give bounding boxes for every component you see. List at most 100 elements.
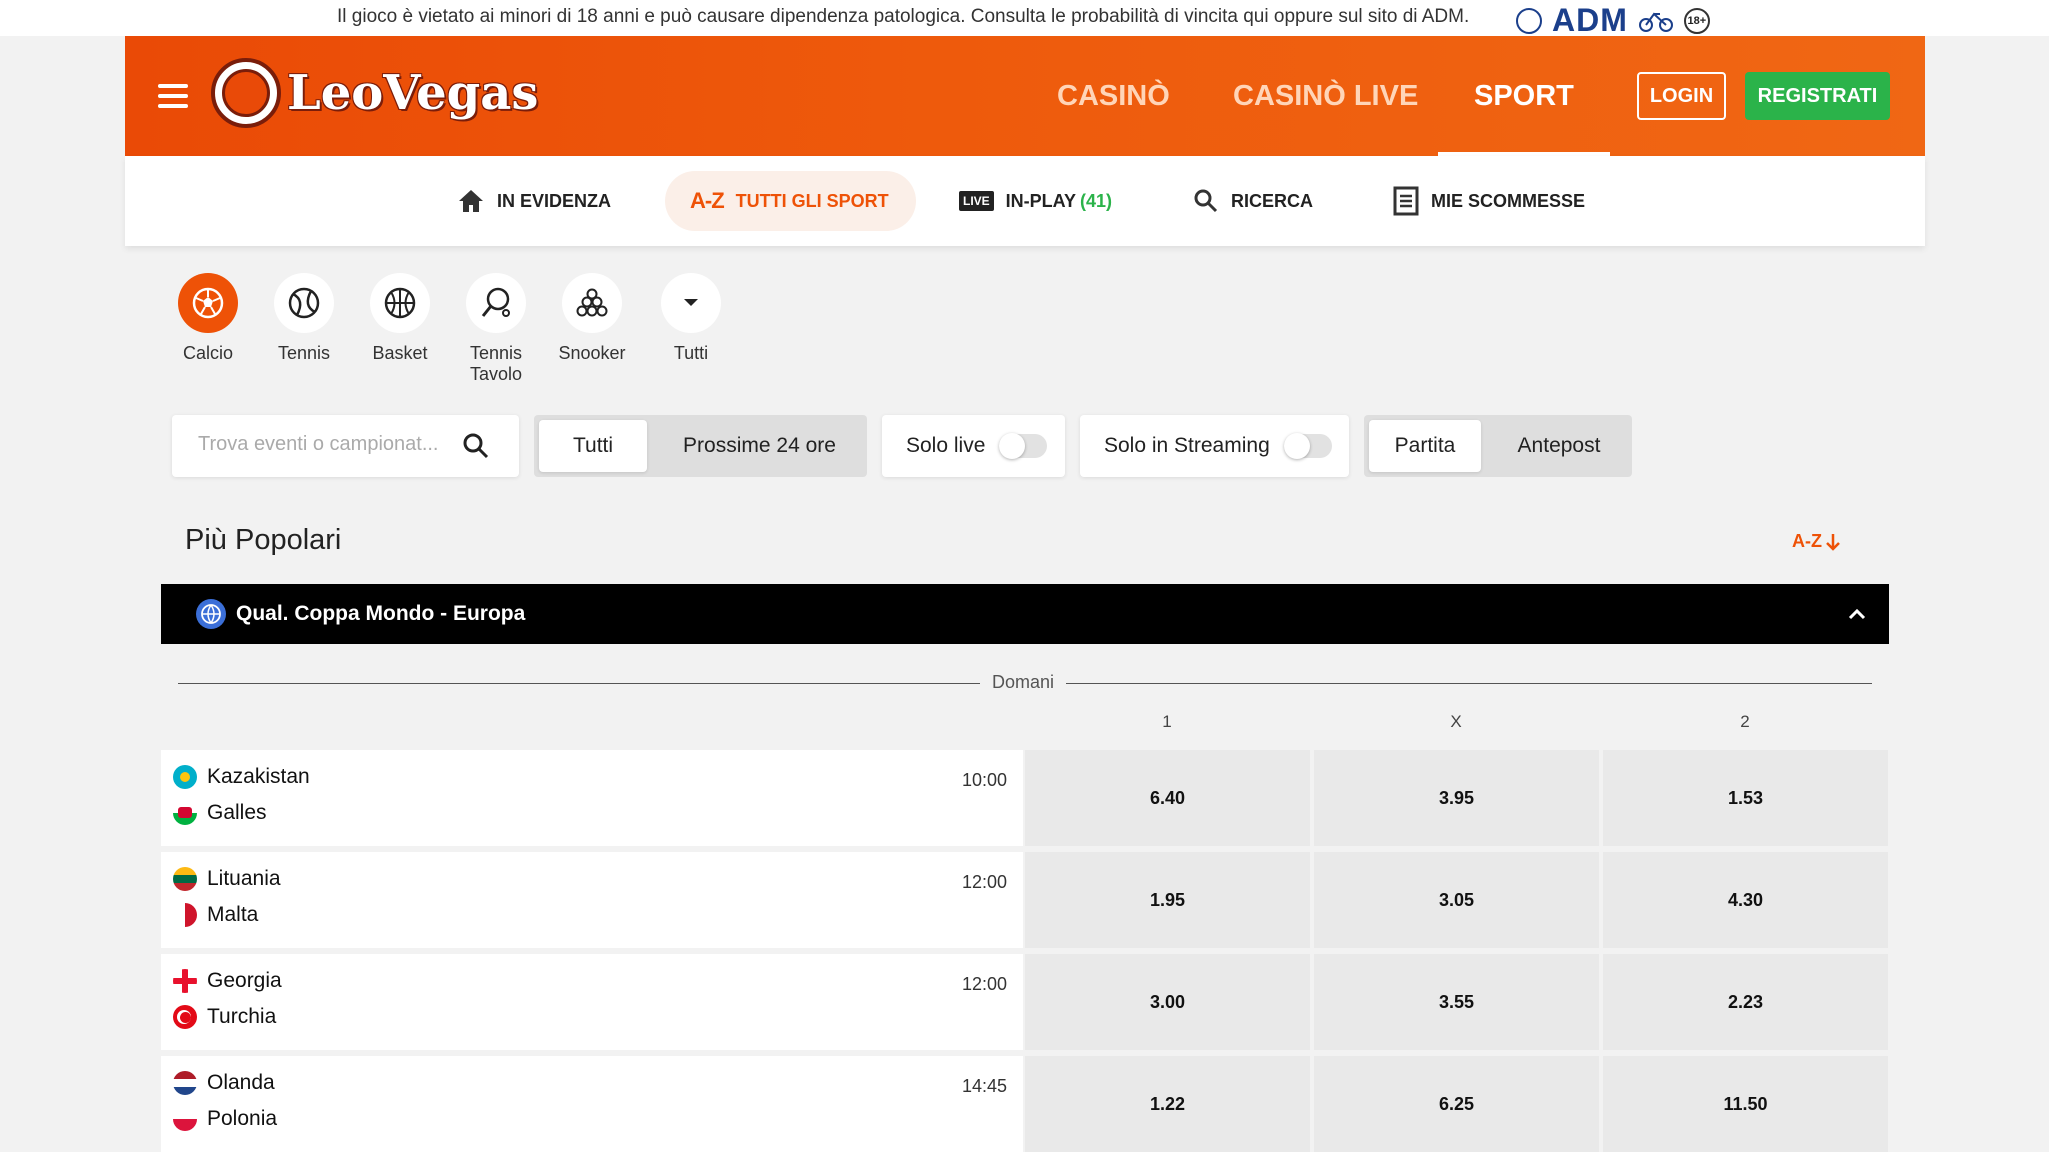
football-icon	[178, 273, 238, 333]
odd-home-button[interactable]: 3.00	[1025, 954, 1310, 1050]
kazakhstan-flag-icon	[173, 765, 197, 789]
sport-label: Snooker	[558, 343, 626, 363]
away-team-name: Turchia	[207, 1005, 277, 1028]
table-tennis-icon	[466, 273, 526, 333]
odd-home-button[interactable]: 6.40	[1025, 750, 1310, 846]
snooker-balls-icon	[562, 273, 622, 333]
a-z-icon: A-Z	[690, 188, 725, 213]
georgia-flag-icon	[173, 969, 197, 993]
globe-icon	[196, 599, 226, 629]
odd-away-button[interactable]: 11.50	[1603, 1056, 1888, 1152]
odds-header-1: 1	[1162, 712, 1172, 731]
match-row[interactable]: Georgia Turchia 12:00 3.00 3.55 2.23	[161, 954, 1889, 1050]
market-option-antepost[interactable]: Antepost	[1491, 420, 1627, 472]
turkey-flag-icon	[173, 1005, 197, 1029]
search-icon	[1194, 189, 1218, 213]
market-option-partita[interactable]: Partita	[1369, 420, 1481, 472]
match-row[interactable]: Lituania Malta 12:00 1.95 3.05 4.30	[161, 852, 1889, 948]
lithuania-flag-icon	[173, 867, 197, 891]
solo-live-toggle[interactable]	[999, 433, 1048, 459]
away-team: Galles	[173, 801, 267, 825]
home-icon	[459, 190, 483, 212]
tab-label: IN-PLAY	[1005, 190, 1077, 211]
leovegas-logo[interactable]: LeoVegas	[211, 58, 538, 128]
adm-logo: ADM	[1552, 2, 1628, 38]
streaming-filter[interactable]: Solo in Streaming	[1080, 415, 1349, 477]
match-time: 12:00	[961, 872, 1007, 892]
home-team-name: Georgia	[207, 969, 282, 992]
match-info[interactable]: Georgia Turchia 12:00	[161, 954, 1023, 1050]
adm-gaming-icon	[1638, 12, 1673, 32]
search-input[interactable]	[198, 433, 448, 456]
solo-live-filter[interactable]: Solo live	[882, 415, 1065, 477]
tab-tutti-gli-sport[interactable]: A-Z TUTTI GLI SPORT	[690, 156, 889, 246]
event-search	[172, 415, 519, 477]
tab-in-evidenza[interactable]: IN EVIDENZA	[457, 156, 611, 246]
age-18-badge: 18+	[1683, 7, 1710, 34]
disclaimer-bar: Il gioco è vietato ai minori di 18 anni …	[0, 0, 2049, 39]
sport-label: Calcio	[182, 343, 234, 363]
odd-home-button[interactable]: 1.22	[1025, 1056, 1310, 1152]
home-team: Lituania	[173, 867, 281, 891]
wales-flag-icon	[173, 801, 197, 825]
nav-sport[interactable]: SPORT	[1438, 36, 1610, 156]
time-filter: Tutti Prossime 24 ore	[534, 415, 867, 477]
match-time: 10:00	[961, 770, 1007, 790]
register-button[interactable]: REGISTRATI	[1745, 72, 1890, 120]
competition-name: Qual. Coppa Mondo - Europa	[236, 602, 526, 625]
streaming-toggle[interactable]	[1283, 433, 1332, 459]
tennis-ball-icon	[274, 273, 334, 333]
odd-draw-button[interactable]: 6.25	[1314, 1056, 1599, 1152]
sort-az-button[interactable]: A-Z	[1792, 531, 1840, 552]
odd-away-button[interactable]: 4.30	[1603, 852, 1888, 948]
sport-tennis-tavolo[interactable]: Tennis Tavolo	[448, 273, 544, 385]
logo-wordmark: LeoVegas	[287, 65, 539, 121]
match-row[interactable]: Olanda Polonia 14:45 1.22 6.25 11.50	[161, 1056, 1889, 1152]
chevron-up-icon[interactable]	[1847, 604, 1867, 624]
market-filter: Partita Antepost	[1364, 415, 1632, 477]
home-team: Georgia	[173, 969, 282, 993]
home-team-name: Olanda	[207, 1071, 275, 1094]
odd-draw-button[interactable]: 3.55	[1314, 954, 1599, 1050]
tab-label: RICERCA	[1231, 190, 1314, 211]
odd-away-button[interactable]: 2.23	[1603, 954, 1888, 1050]
sport-tutti[interactable]: Tutti	[643, 273, 739, 364]
home-team-name: Kazakistan	[207, 765, 310, 788]
sport-tennis[interactable]: Tennis	[256, 273, 352, 364]
tab-in-play[interactable]: LIVE IN-PLAY (41)	[959, 156, 1112, 246]
odd-draw-button[interactable]: 3.95	[1314, 750, 1599, 846]
odd-away-button[interactable]: 1.53	[1603, 750, 1888, 846]
login-button[interactable]: LOGIN	[1637, 72, 1726, 120]
odd-draw-button[interactable]: 3.05	[1314, 852, 1599, 948]
section-title: Più Popolari	[185, 524, 342, 556]
sport-label: Basket	[372, 343, 428, 363]
sport-calcio[interactable]: Calcio	[160, 273, 256, 364]
sport-snooker[interactable]: Snooker	[544, 273, 640, 364]
netherlands-flag-icon	[173, 1071, 197, 1095]
live-icon: LIVE	[959, 191, 994, 211]
hamburger-menu-icon[interactable]	[158, 84, 188, 108]
sport-basket[interactable]: Basket	[352, 273, 448, 364]
lion-logo-icon	[211, 58, 281, 128]
nav-casino[interactable]: CASINÒ	[1057, 36, 1170, 156]
tab-ricerca[interactable]: RICERCA	[1193, 156, 1313, 246]
odd-home-button[interactable]: 1.95	[1025, 852, 1310, 948]
adm-logos[interactable]: ADM 18+	[1516, 2, 1710, 39]
nav-casino-live[interactable]: CASINÒ LIVE	[1233, 36, 1418, 156]
time-option-tutti[interactable]: Tutti	[539, 420, 647, 472]
match-time: 14:45	[961, 1076, 1007, 1096]
search-icon[interactable]	[462, 432, 490, 460]
tab-mie-scommesse[interactable]: MIE SCOMMESSE	[1393, 156, 1585, 246]
arrow-down-icon	[1826, 533, 1840, 551]
tab-label: IN EVIDENZA	[497, 190, 612, 211]
sport-label: Tennis Tavolo	[469, 343, 523, 384]
away-team: Polonia	[173, 1107, 277, 1131]
match-row[interactable]: Kazakistan Galles 10:00 6.40 3.95 1.53	[161, 750, 1889, 846]
match-info[interactable]: Kazakistan Galles 10:00	[161, 750, 1023, 846]
match-info[interactable]: Lituania Malta 12:00	[161, 852, 1023, 948]
time-option-24h[interactable]: Prossime 24 ore	[657, 420, 862, 472]
streaming-label: Solo in Streaming	[1104, 434, 1270, 457]
sport-label: Tennis	[277, 343, 331, 363]
competition-header[interactable]: Qual. Coppa Mondo - Europa	[161, 584, 1889, 644]
match-info[interactable]: Olanda Polonia 14:45	[161, 1056, 1023, 1152]
